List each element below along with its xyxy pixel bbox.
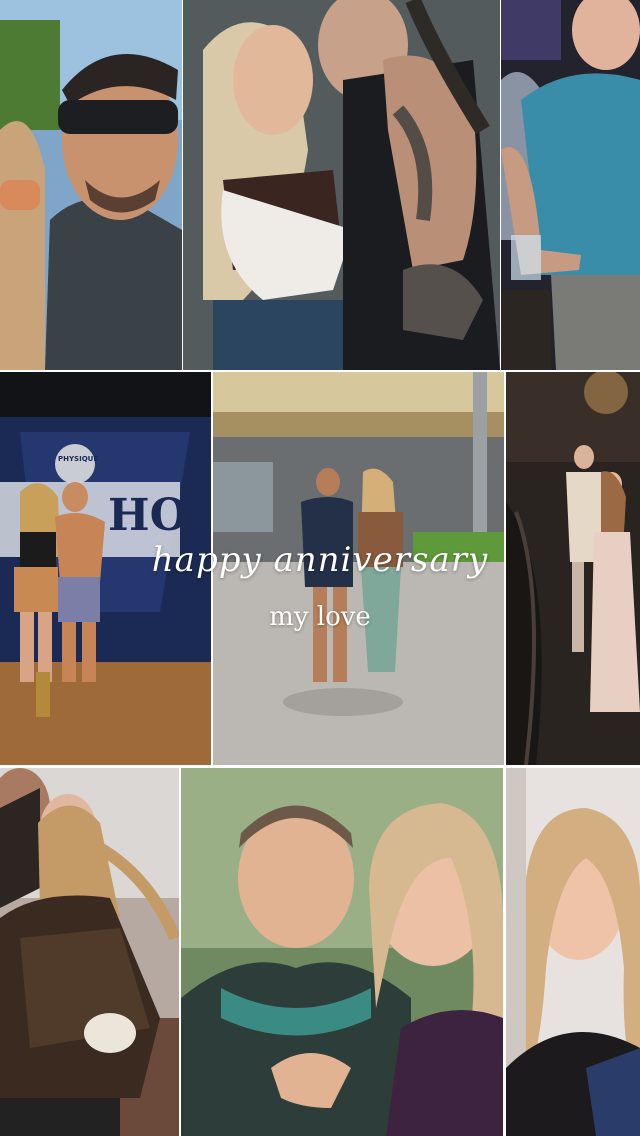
photo-man-blue-shirt: [501, 0, 640, 370]
photo-viking-couple: [183, 0, 500, 370]
photo-woman-smiling: [506, 768, 640, 1136]
photo-couple-parking-lot: [213, 372, 504, 765]
photo-couple-smiling: [181, 768, 503, 1136]
banner-physique-label: PHYSIQUE: [58, 455, 99, 463]
photo-selfie-sunglasses: [0, 0, 182, 370]
photo-couple-staircase: [506, 372, 640, 765]
photo-kiss-cheek: [0, 768, 179, 1136]
photo-physique-show: PHYSIQUE HO: [0, 372, 211, 765]
banner-partial-text: HO: [108, 490, 188, 541]
